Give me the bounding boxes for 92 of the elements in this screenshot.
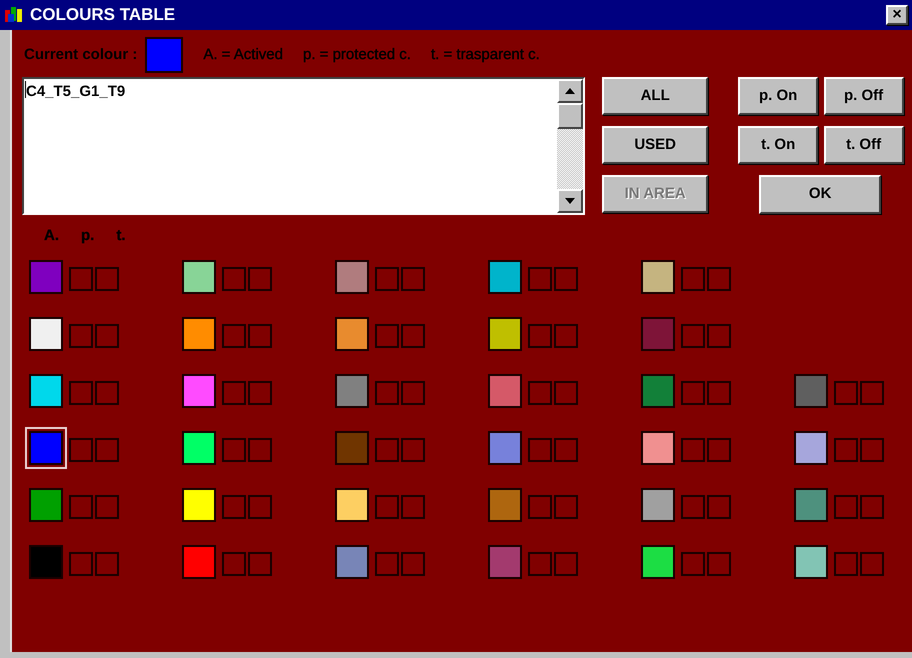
checkbox[interactable] — [222, 380, 246, 404]
toggle-button[interactable]: t. On — [738, 126, 818, 164]
checkbox[interactable] — [95, 494, 119, 518]
checkbox[interactable] — [248, 438, 272, 462]
checkbox[interactable] — [681, 380, 705, 404]
checkbox[interactable] — [834, 380, 858, 404]
scroll-thumb[interactable] — [557, 103, 584, 129]
column-header: p. — [81, 226, 94, 246]
checkbox[interactable] — [401, 266, 425, 290]
checkbox[interactable] — [707, 552, 731, 576]
checkbox[interactable] — [528, 494, 552, 518]
scroll-up-icon[interactable] — [557, 79, 584, 103]
checkbox[interactable] — [375, 324, 399, 348]
checkbox[interactable] — [375, 552, 399, 576]
checkbox[interactable] — [681, 552, 705, 576]
checkbox[interactable] — [554, 438, 578, 462]
checkbox[interactable] — [375, 438, 399, 462]
checkbox[interactable] — [528, 438, 552, 462]
checkbox[interactable] — [69, 324, 93, 348]
legend-text: p. = protected c. — [302, 44, 411, 65]
current-colour-label: Current colour : — [24, 44, 138, 65]
checkbox[interactable] — [707, 494, 731, 518]
text-area-value: C4_T5_G1_T9 — [26, 82, 126, 102]
checkbox[interactable] — [834, 438, 858, 462]
ok-button[interactable]: OK — [759, 175, 882, 214]
checkbox[interactable] — [401, 380, 425, 404]
checkbox[interactable] — [248, 324, 272, 348]
toggle-button[interactable]: p. On — [738, 77, 818, 115]
checkbox[interactable] — [681, 324, 705, 348]
filter-button[interactable]: USED — [602, 126, 708, 164]
window-title: COLOURS TABLE — [30, 4, 176, 26]
checkbox[interactable] — [554, 266, 578, 290]
checkbox[interactable] — [860, 552, 884, 576]
checkbox[interactable] — [69, 266, 93, 290]
column-header: t. — [116, 226, 126, 246]
checkbox[interactable] — [554, 552, 578, 576]
checkbox[interactable] — [95, 266, 119, 290]
toggle-button[interactable]: t. Off — [824, 126, 904, 164]
checkbox[interactable] — [401, 494, 425, 518]
legend-text: t. = trasparent c. — [430, 44, 540, 65]
checkbox[interactable] — [248, 494, 272, 518]
checkbox[interactable] — [69, 494, 93, 518]
checkbox[interactable] — [248, 266, 272, 290]
column-header: A. — [44, 226, 59, 246]
checkbox[interactable] — [554, 494, 578, 518]
checkbox[interactable] — [860, 380, 884, 404]
checkbox[interactable] — [528, 380, 552, 404]
checkbox[interactable] — [95, 324, 119, 348]
checkbox[interactable] — [69, 552, 93, 576]
checkbox[interactable] — [95, 552, 119, 576]
text-area[interactable]: C4_T5_G1_T9 — [24, 79, 558, 213]
checkbox[interactable] — [222, 266, 246, 290]
checkbox[interactable] — [375, 380, 399, 404]
checkbox[interactable] — [554, 380, 578, 404]
checkbox[interactable] — [375, 266, 399, 290]
filter-button[interactable]: ALL — [602, 77, 708, 115]
checkbox[interactable] — [707, 324, 731, 348]
checkbox[interactable] — [834, 552, 858, 576]
checkbox[interactable] — [707, 380, 731, 404]
checkbox[interactable] — [95, 380, 119, 404]
checkbox[interactable] — [401, 324, 425, 348]
checkbox[interactable] — [69, 380, 93, 404]
checkbox[interactable] — [248, 380, 272, 404]
legend-text: A. = Actived — [203, 44, 283, 65]
checkbox[interactable] — [222, 324, 246, 348]
checkbox[interactable] — [69, 438, 93, 462]
checkbox[interactable] — [554, 324, 578, 348]
checkbox[interactable] — [222, 438, 246, 462]
scrollbar[interactable] — [557, 79, 584, 213]
toggle-button[interactable]: p. Off — [824, 77, 904, 115]
checkbox[interactable] — [681, 438, 705, 462]
checkbox[interactable] — [707, 438, 731, 462]
checkbox[interactable] — [834, 494, 858, 518]
checkbox[interactable] — [528, 552, 552, 576]
text-cursor — [25, 81, 26, 98]
checkbox[interactable] — [681, 494, 705, 518]
checkbox[interactable] — [401, 552, 425, 576]
scroll-down-icon[interactable] — [557, 189, 584, 213]
checkbox[interactable] — [375, 494, 399, 518]
checkbox[interactable] — [222, 494, 246, 518]
close-button[interactable]: × — [886, 5, 908, 25]
checkbox[interactable] — [528, 266, 552, 290]
checkbox[interactable] — [222, 552, 246, 576]
checkbox[interactable] — [528, 324, 552, 348]
checkbox[interactable] — [401, 438, 425, 462]
checkbox[interactable] — [707, 266, 731, 290]
checkbox[interactable] — [95, 438, 119, 462]
checkbox[interactable] — [248, 552, 272, 576]
checkbox[interactable] — [681, 266, 705, 290]
checkbox[interactable] — [860, 438, 884, 462]
checkbox[interactable] — [860, 494, 884, 518]
colour-swatch[interactable] — [25, 426, 67, 468]
